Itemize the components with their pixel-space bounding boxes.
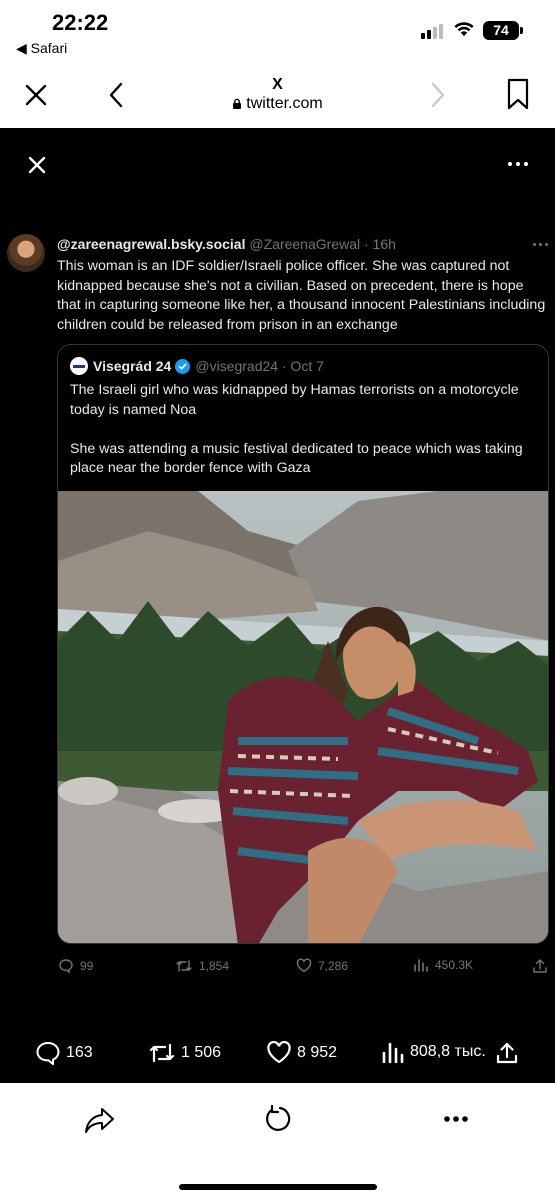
avatar[interactable] xyxy=(7,234,45,272)
browser-toolbar: X twitter.com xyxy=(0,62,555,128)
status-time: 22:22 xyxy=(52,10,109,35)
battery-icon: 74 xyxy=(483,21,519,40)
like-count: 7,286 xyxy=(318,958,349,973)
back-to-safari-link[interactable]: ◀ Safari xyxy=(16,40,67,57)
reply-count: 99 xyxy=(80,959,94,973)
repost-total: 1 506 xyxy=(181,1044,222,1061)
repost-stat[interactable]: 1 506 xyxy=(148,1041,221,1065)
quoted-avatar xyxy=(70,357,88,375)
views-count: 450.3K xyxy=(435,958,474,972)
share-icon[interactable] xyxy=(532,958,548,974)
views-total: 808,8 тыс. xyxy=(410,1043,486,1060)
share-arrow-icon[interactable] xyxy=(84,1105,116,1135)
heart-icon xyxy=(267,1041,291,1064)
reply-action[interactable]: 99 xyxy=(58,958,93,974)
reply-total: 163 xyxy=(66,1044,93,1061)
photo-illustration xyxy=(58,491,548,943)
battery-tip xyxy=(520,27,523,34)
author-handle[interactable]: @ZareenaGrewal · 16h xyxy=(249,236,396,252)
retweet-count: 1,854 xyxy=(199,959,230,973)
verified-badge-icon xyxy=(175,358,191,374)
share-icon[interactable] xyxy=(495,1041,519,1065)
reply-icon xyxy=(36,1041,60,1065)
quoted-paragraph-2: She was attending a music festival dedic… xyxy=(70,440,523,477)
page-title[interactable]: X xyxy=(0,76,555,94)
views-icon xyxy=(414,959,428,972)
like-stat[interactable]: 8 952 xyxy=(266,1041,337,1064)
url-host-text: twitter.com xyxy=(246,95,323,112)
more-menu-icon[interactable] xyxy=(444,1115,468,1123)
tweet-more-icon[interactable] xyxy=(533,243,548,246)
quoted-tweet-text: The Israeli girl who was kidnapped by Ha… xyxy=(70,381,540,479)
browser-bottom-bar xyxy=(0,1083,555,1200)
repost-icon xyxy=(149,1043,175,1063)
like-total: 8 952 xyxy=(297,1043,338,1061)
views-action[interactable]: 450.3K xyxy=(413,958,473,972)
quoted-paragraph-1: The Israeli girl who was kidnapped by Ha… xyxy=(70,382,519,418)
reply-icon xyxy=(59,959,73,974)
status-bar: 22:22 ◀ Safari 74 xyxy=(0,0,555,62)
cellular-signal-icon xyxy=(421,24,443,39)
tweet-text: This woman is an IDF soldier/Israeli pol… xyxy=(57,258,546,333)
wifi-icon xyxy=(454,22,474,36)
quoted-author-name: Visegrád 24 xyxy=(93,358,172,374)
quoted-tweet[interactable]: Visegrád 24 @visegrad24 · Oct 7 The Isra… xyxy=(57,344,549,944)
more-options-icon[interactable] xyxy=(508,162,528,166)
tweet-header: @zareenagrewal.bsky.social @ZareenaGrewa… xyxy=(57,236,396,252)
close-media-icon[interactable] xyxy=(24,152,50,178)
url-host[interactable]: twitter.com xyxy=(0,95,555,113)
home-indicator xyxy=(179,1184,377,1190)
heart-icon xyxy=(296,958,312,973)
views-icon xyxy=(382,1042,404,1063)
tweet-viewer: @zareenagrewal.bsky.social @ZareenaGrewa… xyxy=(0,128,555,1083)
tweet-photo[interactable] xyxy=(58,491,548,943)
quoted-author-handle: @visegrad24 · Oct 7 xyxy=(195,358,324,374)
reply-stat[interactable]: 163 xyxy=(35,1041,93,1065)
author-name[interactable]: @zareenagrewal.bsky.social xyxy=(57,236,246,252)
bookmark-icon[interactable] xyxy=(507,78,529,110)
quoted-tweet-header: Visegrád 24 @visegrad24 · Oct 7 xyxy=(70,357,324,375)
reload-icon[interactable] xyxy=(263,1104,293,1134)
retweet-action[interactable]: 1,854 xyxy=(175,958,229,974)
like-action[interactable]: 7,286 xyxy=(296,958,348,973)
lock-icon xyxy=(233,98,242,109)
forward-arrow-icon[interactable] xyxy=(429,82,447,108)
retweet-icon xyxy=(176,960,192,972)
views-stat[interactable]: 808,8 тыс. xyxy=(381,1041,486,1063)
